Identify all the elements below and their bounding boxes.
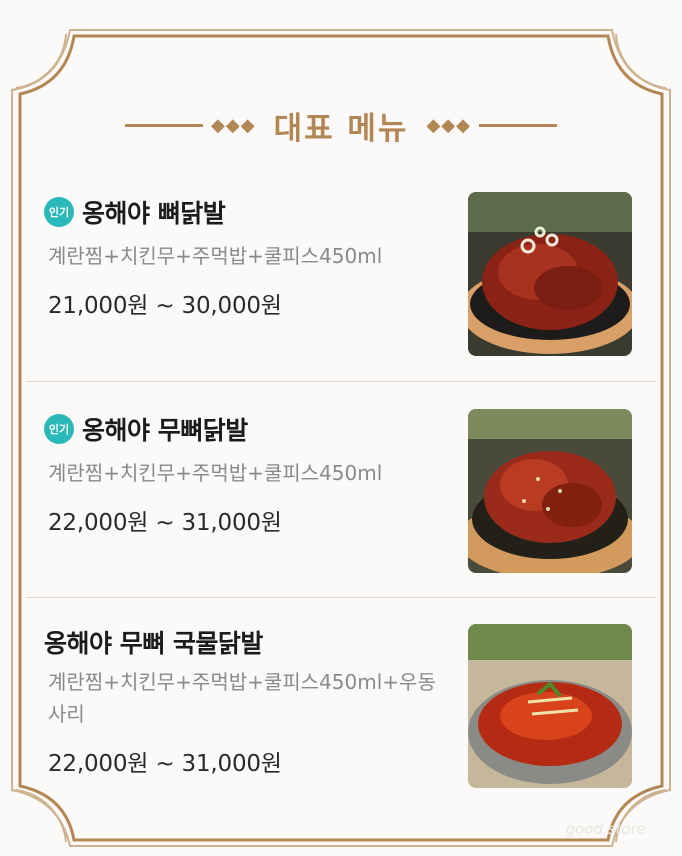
menu-item-name: 옹해야 무뼈 국물닭발 <box>44 629 263 658</box>
section-heading: ◆◆◆ 대표 메뉴 ◆◆◆ <box>0 100 682 150</box>
ornament-right-icon: ◆◆◆ <box>426 114 471 136</box>
item-divider <box>26 597 656 598</box>
boneless-chicken-feet-icon <box>468 409 632 573</box>
section-title: 대표 메뉴 <box>273 110 409 147</box>
menu-item-price: 22,000원 ~ 31,000원 <box>48 751 282 777</box>
popular-badge: 인기 <box>44 197 74 227</box>
menu-item[interactable]: 인기 옹해야 무뼈닭발 계란찜+치킨무+주먹밥+쿨피스450ml 22,000원… <box>26 397 656 597</box>
heading-line-left <box>125 123 204 127</box>
spicy-chicken-feet-on-bone-icon <box>468 192 632 356</box>
menu-item-description: 계란찜+치킨무+주먹밥+쿨피스450ml <box>48 461 383 485</box>
heading-line-right <box>478 123 557 127</box>
watermark: good store <box>565 820 646 838</box>
menu-item-description: 계란찜+치킨무+주먹밥+쿨피스450ml+우동사리 <box>48 670 436 726</box>
menu-item[interactable]: 옹해야 무뼈 국물닭발 계란찜+치킨무+주먹밥+쿨피스450ml+우동사리 22… <box>26 612 656 812</box>
popular-badge: 인기 <box>44 414 74 444</box>
menu-item-name: 옹해야 무뼈닭발 <box>82 416 248 445</box>
ornament-left-icon: ◆◆◆ <box>211 114 256 136</box>
chicken-feet-stew-icon <box>468 624 632 788</box>
menu-item-price: 22,000원 ~ 31,000원 <box>48 510 282 536</box>
menu-item-price: 21,000원 ~ 30,000원 <box>48 293 282 319</box>
menu-item-description: 계란찜+치킨무+주먹밥+쿨피스450ml <box>48 244 383 268</box>
menu-item-name: 옹해야 뼈닭발 <box>82 199 226 228</box>
menu-item[interactable]: 인기 옹해야 뼈닭발 계란찜+치킨무+주먹밥+쿨피스450ml 21,000원 … <box>26 180 656 380</box>
item-divider <box>26 381 656 382</box>
